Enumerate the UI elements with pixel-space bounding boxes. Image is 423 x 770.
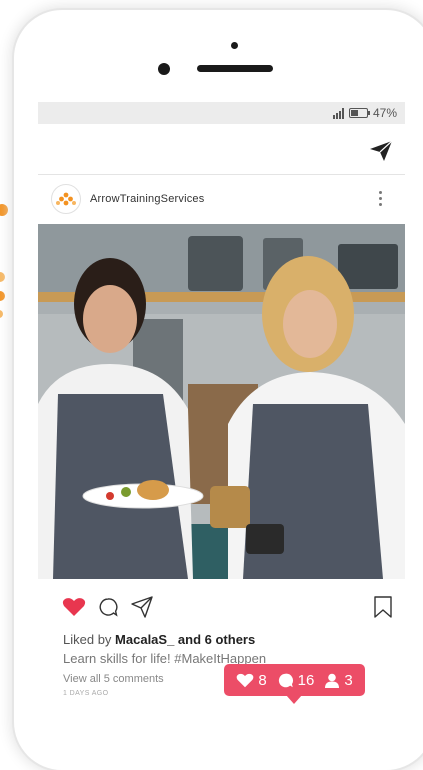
bookmark-icon[interactable] [374,596,392,618]
view-comments-link[interactable]: View all 5 comments [63,673,164,685]
comments-count: 16 [297,671,315,689]
comment-icon[interactable] [98,597,118,617]
liked-by-text: Liked by MacalaS_ and 6 others [63,632,256,647]
status-bar: 47% [38,102,405,124]
heart-icon [236,673,254,687]
decorative-dot [0,272,5,282]
likes-count: 8 [258,671,267,689]
follower-icon [325,673,340,688]
post-photo [38,224,405,579]
post-image [38,224,405,579]
direct-message-icon[interactable] [369,140,393,162]
app-screen: 47% ArrowTrainingServices Liked by Macal… [38,102,405,710]
share-icon[interactable] [131,596,153,618]
activity-notification[interactable]: 8 16 3 [224,664,365,704]
front-camera [158,63,170,75]
liked-by-user[interactable]: MacalaS_ [115,632,174,647]
decorative-dot [0,291,5,301]
decorative-dot [0,204,8,216]
post-actions [38,590,405,624]
signal-icon [332,107,344,119]
comment-bubble-icon [278,673,293,687]
sensor-dot [231,42,238,49]
more-options-icon[interactable] [379,191,383,209]
app-header [38,124,405,175]
post-timestamp: 1 DAYS AGO [63,690,109,697]
post-header: ArrowTrainingServices [38,175,405,223]
decorative-dot [0,310,3,318]
battery-icon [348,108,370,118]
like-heart-icon[interactable] [62,597,86,617]
post-username[interactable]: ArrowTrainingServices [90,193,204,205]
speaker-grille [197,65,273,72]
avatar[interactable] [51,184,81,214]
brand-logo-icon [56,192,76,206]
battery-percent: 47% [372,106,397,120]
followers-count: 3 [344,671,353,689]
